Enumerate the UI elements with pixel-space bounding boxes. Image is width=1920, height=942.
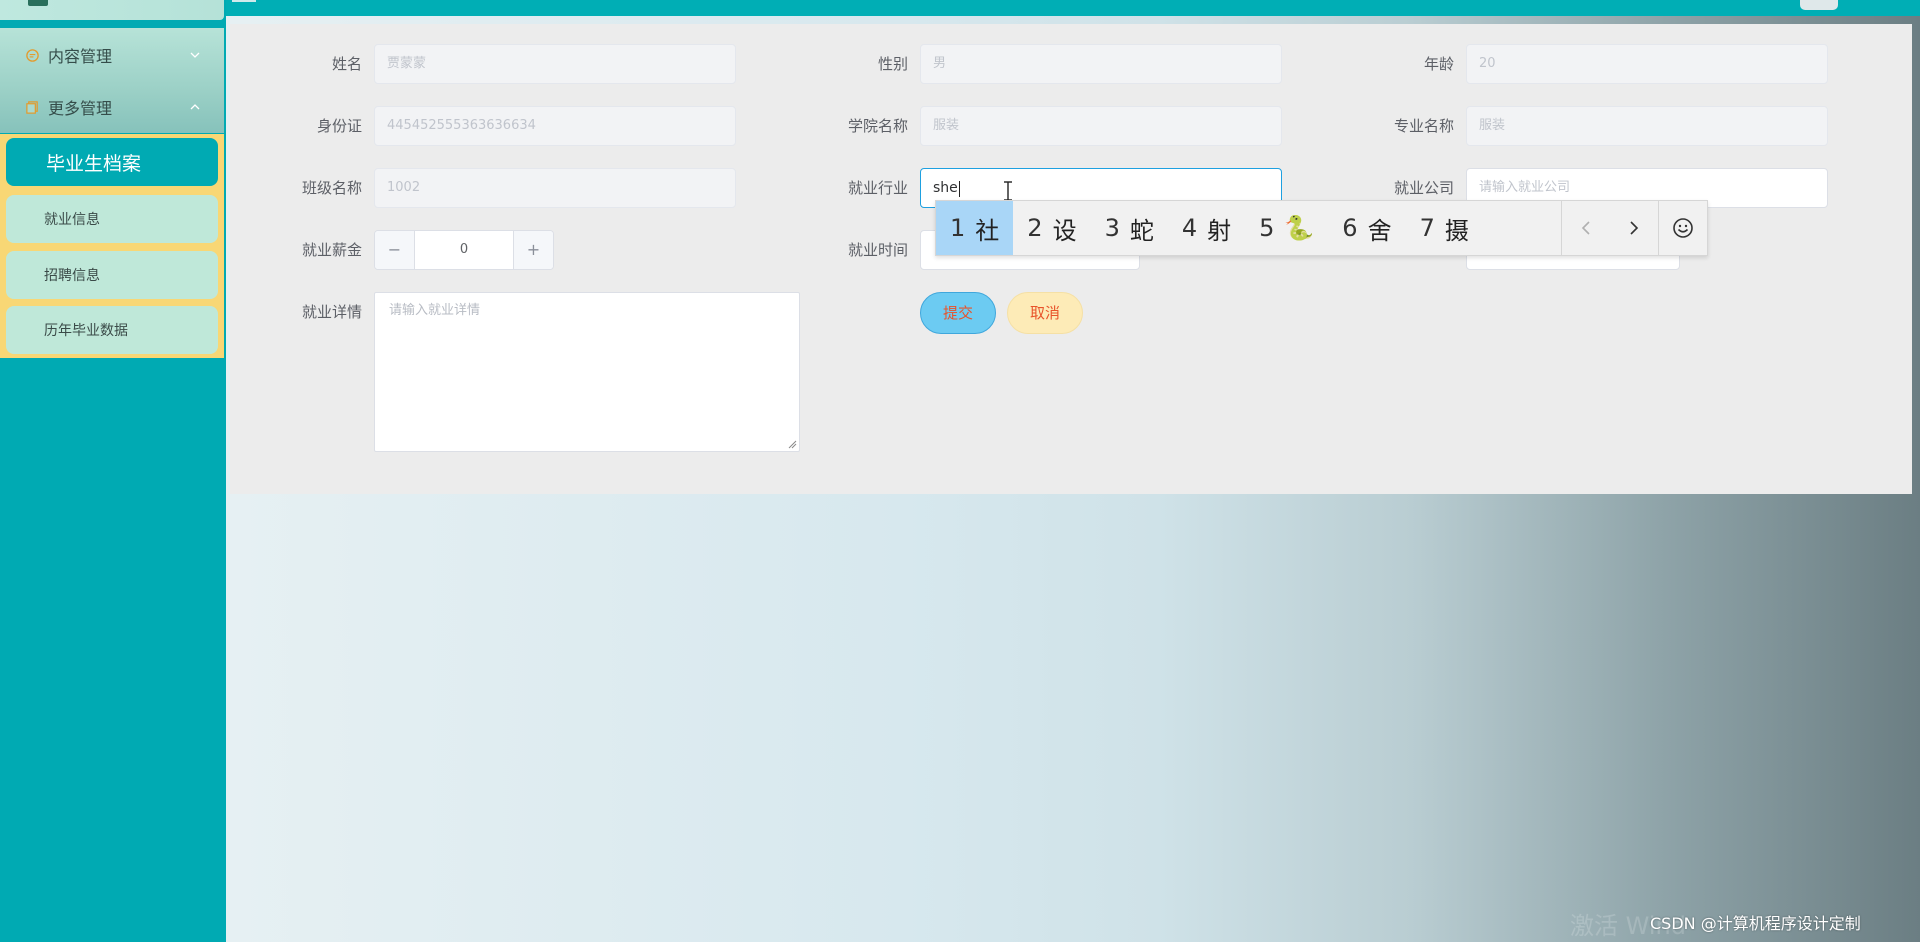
industry-label: 就业行业 xyxy=(847,179,908,197)
sidebar-item-more-management[interactable]: 更多管理 xyxy=(0,80,224,134)
ime-candidate[interactable]: 1社 xyxy=(936,201,1014,255)
resize-grip-icon[interactable] xyxy=(787,439,797,449)
sidebar-item-label: 就业信息 xyxy=(44,212,100,228)
sidebar-item-label: 历年毕业数据 xyxy=(44,323,128,339)
smiley-icon[interactable] xyxy=(1659,201,1707,255)
id-card-label: 身份证 xyxy=(316,117,362,135)
time-label: 就业时间 xyxy=(847,241,908,259)
gender-label: 性别 xyxy=(877,55,908,73)
ime-candidate[interactable]: 7摄 xyxy=(1406,201,1483,255)
text-cursor xyxy=(958,180,960,197)
details-label: 就业详情 xyxy=(301,303,362,321)
sidebar-item-recruitment-info[interactable]: 招聘信息 xyxy=(6,251,218,299)
cancel-button[interactable]: 取消 xyxy=(1007,292,1083,334)
csdn-credit: CSDN @计算机程序设计定制 xyxy=(1650,914,1861,933)
class-field[interactable]: 1002 xyxy=(374,168,736,208)
gender-field[interactable]: 男 xyxy=(920,44,1282,84)
major-field[interactable]: 服装 xyxy=(1466,106,1828,146)
header-logo-fragment xyxy=(28,0,48,6)
name-field[interactable]: 贾蒙蒙 xyxy=(374,44,736,84)
top-bar-button-fragment[interactable] xyxy=(1800,0,1838,10)
age-label: 年龄 xyxy=(1423,55,1454,73)
id-card-field[interactable]: 445452555363636634 xyxy=(374,106,736,146)
name-label: 姓名 xyxy=(331,55,362,73)
chevron-left-icon[interactable] xyxy=(1562,201,1610,255)
salary-value[interactable]: 0 xyxy=(415,231,513,269)
ime-candidate-popup: 1社 2设 3蛇 4射 5 🐍 6舍 7摄 xyxy=(935,200,1708,256)
decrement-button[interactable]: − xyxy=(375,231,415,269)
sidebar-item-content-management[interactable]: 内容管理 xyxy=(0,28,224,82)
sidebar: 内容管理 更多管理 毕业生档案 就业信息 招聘信息 历年毕业数据 xyxy=(0,0,226,942)
industry-input-text: she xyxy=(933,180,958,196)
class-label: 班级名称 xyxy=(301,179,362,197)
salary-stepper[interactable]: − 0 + xyxy=(374,230,554,270)
copy-icon xyxy=(24,99,40,115)
sidebar-header-fragment xyxy=(0,0,224,20)
sidebar-item-label: 内容管理 xyxy=(48,47,113,66)
sidebar-item-yearly-graduate-data[interactable]: 历年毕业数据 xyxy=(6,306,218,354)
top-bar xyxy=(226,0,1920,16)
sidebar-item-graduate-archive[interactable]: 毕业生档案 xyxy=(6,138,218,186)
age-field[interactable]: 20 xyxy=(1466,44,1828,84)
details-textarea[interactable]: 请输入就业详情 xyxy=(374,292,800,452)
details-placeholder: 请输入就业详情 xyxy=(389,303,481,318)
sidebar-item-label: 招聘信息 xyxy=(44,268,100,284)
sidebar-submenu: 毕业生档案 就业信息 招聘信息 历年毕业数据 xyxy=(0,134,224,358)
college-label: 学院名称 xyxy=(847,117,908,135)
sidebar-item-label: 毕业生档案 xyxy=(46,152,142,175)
sidebar-menu: 内容管理 更多管理 xyxy=(0,28,224,133)
increment-button[interactable]: + xyxy=(513,231,553,269)
salary-label: 就业薪金 xyxy=(301,241,362,259)
snake-emoji-icon: 🐍 xyxy=(1284,214,1315,242)
ime-candidate[interactable]: 2设 xyxy=(1013,201,1090,255)
ime-candidate[interactable]: 5 🐍 xyxy=(1245,201,1328,255)
submit-button[interactable]: 提交 xyxy=(920,292,996,334)
ime-candidate[interactable]: 4射 xyxy=(1168,201,1245,255)
ibeam-cursor-icon xyxy=(1004,181,1012,201)
ime-candidate[interactable]: 3蛇 xyxy=(1091,201,1168,255)
sidebar-item-label: 更多管理 xyxy=(48,99,113,118)
major-label: 专业名称 xyxy=(1393,117,1454,135)
chevron-right-icon[interactable] xyxy=(1610,201,1658,255)
college-field[interactable]: 服装 xyxy=(920,106,1282,146)
chat-icon xyxy=(24,47,40,63)
ime-candidate[interactable]: 6舍 xyxy=(1328,201,1405,255)
top-bar-fragment xyxy=(232,0,256,2)
sidebar-item-employment-info[interactable]: 就业信息 xyxy=(6,195,218,243)
chevron-down-icon xyxy=(188,47,202,61)
chevron-up-icon xyxy=(188,99,202,113)
